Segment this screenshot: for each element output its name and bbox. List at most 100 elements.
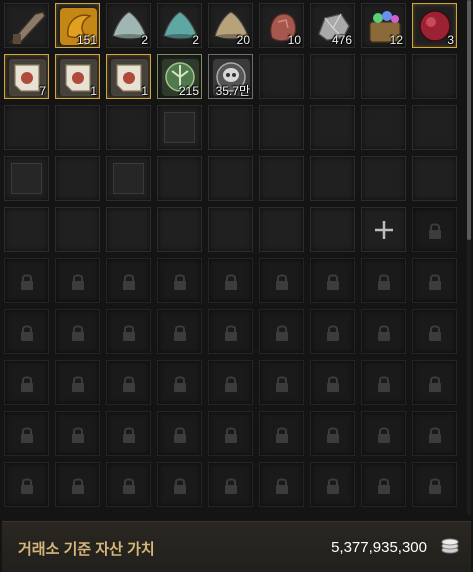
locked-slot [55, 462, 100, 507]
lock-icon [72, 478, 84, 494]
lock-icon [225, 274, 237, 290]
lock-icon [174, 478, 186, 494]
inventory-slot[interactable]: 12 [361, 3, 406, 48]
empty-inventory-slot[interactable] [208, 156, 253, 201]
empty-inventory-slot[interactable] [361, 105, 406, 150]
inventory-slot[interactable] [4, 3, 49, 48]
locked-slot [157, 309, 202, 354]
lock-icon [225, 427, 237, 443]
locked-slot [4, 360, 49, 405]
inventory-slot[interactable]: 2 [106, 3, 151, 48]
lock-icon [123, 427, 135, 443]
locked-slot [4, 411, 49, 456]
slot-frame [11, 163, 42, 194]
empty-inventory-slot[interactable] [361, 54, 406, 99]
empty-inventory-slot[interactable] [310, 54, 355, 99]
empty-inventory-slot[interactable] [55, 207, 100, 252]
locked-slot [106, 309, 151, 354]
empty-inventory-slot[interactable] [412, 105, 457, 150]
scrollbar-thumb[interactable] [467, 0, 471, 240]
scrollbar[interactable] [467, 0, 471, 515]
lock-icon [327, 325, 339, 341]
locked-slot [208, 360, 253, 405]
empty-inventory-slot[interactable] [361, 156, 406, 201]
empty-inventory-slot[interactable] [259, 207, 304, 252]
empty-inventory-slot[interactable] [310, 207, 355, 252]
locked-slot [259, 309, 304, 354]
empty-inventory-slot[interactable] [208, 207, 253, 252]
inventory-slot[interactable]: 20 [208, 3, 253, 48]
lock-icon [225, 325, 237, 341]
locked-slot [310, 258, 355, 303]
inventory-slot[interactable]: 1 [55, 54, 100, 99]
rifle-item-icon [9, 11, 46, 44]
empty-inventory-slot[interactable] [259, 54, 304, 99]
inventory-slot[interactable]: 7 [4, 54, 49, 99]
empty-inventory-slot[interactable] [106, 105, 151, 150]
inventory-slot[interactable]: 2 [157, 3, 202, 48]
locked-slot [208, 309, 253, 354]
empty-inventory-slot[interactable] [157, 207, 202, 252]
inventory-slot[interactable]: 1 [106, 54, 151, 99]
item-quantity: 12 [389, 33, 403, 47]
inventory-slot[interactable]: 3 [412, 3, 457, 48]
locked-slot [55, 258, 100, 303]
lock-icon [21, 427, 33, 443]
lock-icon [72, 427, 84, 443]
lock-icon [21, 478, 33, 494]
locked-slot [310, 360, 355, 405]
slot-frame [113, 163, 144, 194]
slot-frame [164, 112, 195, 143]
locked-slot [259, 258, 304, 303]
empty-inventory-slot[interactable] [208, 105, 253, 150]
lock-icon [123, 274, 135, 290]
item-quantity: 476 [331, 33, 352, 47]
lock-icon [429, 478, 441, 494]
lock-icon [21, 376, 33, 392]
expand-slot-button[interactable] [361, 207, 406, 252]
lock-icon [378, 427, 390, 443]
inventory-slot[interactable]: 476 [310, 3, 355, 48]
empty-inventory-slot[interactable] [4, 105, 49, 150]
locked-slot [361, 411, 406, 456]
lock-icon [429, 325, 441, 341]
empty-inventory-slot[interactable] [412, 54, 457, 99]
empty-inventory-slot[interactable] [157, 156, 202, 201]
locked-slot [55, 411, 100, 456]
lock-icon [276, 478, 288, 494]
inventory-slot[interactable]: 215 [157, 54, 202, 99]
lock-icon [327, 427, 339, 443]
empty-inventory-slot[interactable] [157, 105, 202, 150]
inventory-slot[interactable]: 35.7만 [208, 54, 253, 99]
lock-icon [174, 325, 186, 341]
item-quantity: 2 [141, 33, 148, 47]
empty-inventory-slot[interactable] [4, 156, 49, 201]
lock-icon [123, 325, 135, 341]
empty-inventory-slot[interactable] [106, 207, 151, 252]
item-quantity: 7 [39, 84, 46, 98]
empty-inventory-slot[interactable] [4, 207, 49, 252]
inventory-slot[interactable]: 10 [259, 3, 304, 48]
empty-inventory-slot[interactable] [412, 156, 457, 201]
empty-inventory-slot[interactable] [259, 105, 304, 150]
locked-slot [55, 309, 100, 354]
empty-inventory-slot[interactable] [310, 156, 355, 201]
locked-slot [412, 309, 457, 354]
locked-slot [412, 462, 457, 507]
lock-icon [276, 427, 288, 443]
empty-inventory-slot[interactable] [310, 105, 355, 150]
locked-slot [55, 360, 100, 405]
lock-icon [378, 325, 390, 341]
empty-inventory-slot[interactable] [106, 156, 151, 201]
empty-inventory-slot[interactable] [55, 156, 100, 201]
asset-value-amount: 5,377,935,300 [331, 539, 427, 556]
empty-inventory-slot[interactable] [55, 105, 100, 150]
inventory-grid: 151 2 2 20 10 476 12 3 7 1 1 215 35.7만 [4, 3, 457, 507]
lock-icon [123, 478, 135, 494]
locked-slot [310, 462, 355, 507]
empty-inventory-slot[interactable] [259, 156, 304, 201]
asset-value-label: 거래소 기준 자산 가치 [18, 541, 155, 558]
inventory-slot[interactable]: 151 [55, 3, 100, 48]
lock-icon [276, 376, 288, 392]
locked-slot [412, 360, 457, 405]
